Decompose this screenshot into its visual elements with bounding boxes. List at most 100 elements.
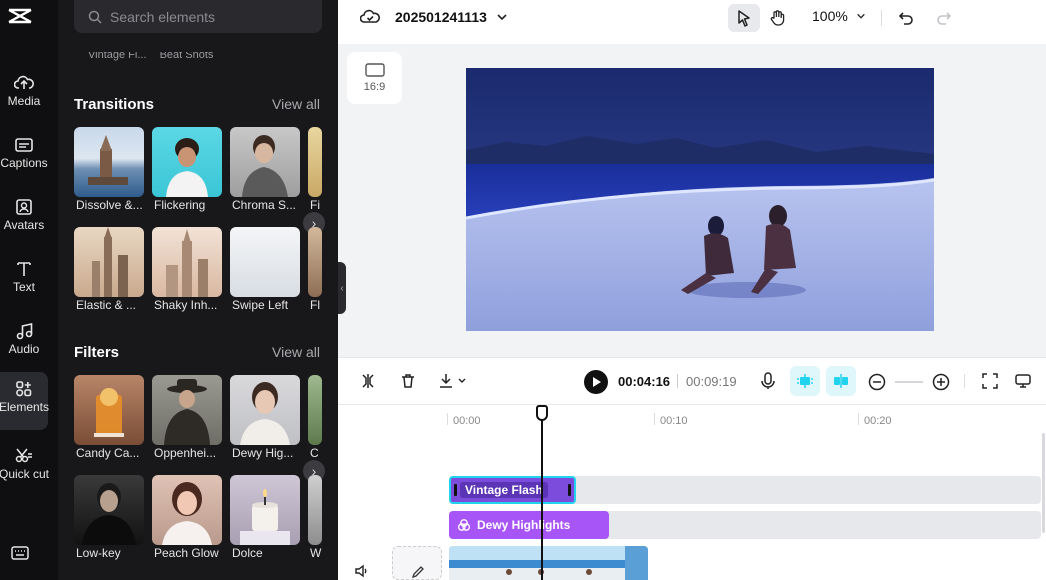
rail-item-quick-cut[interactable]: Quick cut [0, 438, 49, 502]
undo-icon [898, 12, 913, 25]
zoom-in-icon[interactable] [932, 373, 950, 396]
ruler-tick-mark [654, 413, 655, 425]
filter-clip-dewy-highlights[interactable]: Dewy Highlights [449, 511, 609, 539]
timeline-scrollbar[interactable] [1042, 433, 1045, 533]
filter-thumb-oppenheimer[interactable] [152, 375, 222, 445]
video-clip[interactable] [449, 546, 648, 580]
transition-label: Flickering [154, 198, 206, 212]
rail-item-audio[interactable]: Audio [0, 314, 48, 372]
cover-edit-button[interactable] [392, 546, 442, 580]
rail-item-media[interactable]: Media [0, 66, 48, 124]
transition-thumb-shaky[interactable] [152, 227, 222, 297]
avatar-icon [16, 199, 32, 215]
filters-title: Filters [74, 344, 120, 361]
zoom-dropdown[interactable]: 100% [812, 8, 866, 24]
quick-cut-icon [15, 448, 32, 463]
transition-thumb-chroma[interactable] [230, 127, 300, 197]
clip-trim-handle-left[interactable] [454, 484, 457, 496]
rail-item-captions[interactable]: Captions [0, 128, 48, 186]
playhead-line[interactable] [541, 405, 543, 580]
top-bar: 202501241113 100% [338, 0, 1046, 44]
filter-label: Low-key [76, 546, 121, 560]
divider [677, 374, 678, 388]
divider [881, 10, 882, 26]
video-preview[interactable] [466, 68, 934, 331]
app-logo-icon[interactable] [6, 4, 34, 28]
hand-icon [770, 10, 785, 26]
download-icon[interactable] [438, 373, 470, 394]
ruler-label: 00:20 [864, 415, 892, 427]
transition-thumb-flickering[interactable] [152, 127, 222, 197]
keyboard-shortcuts-icon[interactable] [10, 545, 30, 566]
linkage-button[interactable] [826, 366, 856, 396]
effect-clip-vintage-flash[interactable]: Vintage Flash [449, 476, 576, 504]
transitions-view-all-link[interactable]: View all [272, 96, 320, 112]
filter-thumb-partial[interactable] [308, 375, 322, 445]
filter-thumb-peach-glow[interactable] [152, 475, 222, 545]
rail-item-avatars[interactable]: Avatars [0, 190, 48, 248]
redo-button[interactable] [928, 4, 960, 32]
transition-thumb-elastic[interactable] [74, 227, 144, 297]
zoom-slider[interactable] [895, 381, 923, 383]
filter-label: W [310, 546, 322, 560]
captions-icon [15, 138, 33, 152]
zoom-out-icon[interactable] [868, 373, 886, 396]
play-button[interactable] [583, 369, 609, 400]
transition-label: Fi [310, 198, 320, 212]
prev-row-label: Vintage Fl... [88, 52, 147, 61]
project-title[interactable]: 202501241113 [395, 9, 487, 25]
undo-button[interactable] [890, 4, 922, 32]
split-icon[interactable] [360, 373, 376, 394]
filter-label: C [310, 446, 319, 460]
divider [964, 374, 965, 388]
transition-thumb-partial[interactable] [308, 227, 322, 297]
cloud-sync-icon[interactable] [359, 8, 380, 31]
panel-collapse-handle[interactable]: ‹ [338, 262, 346, 314]
transition-thumb-swipe-left[interactable] [230, 227, 300, 297]
filter-thumb-dolce[interactable] [230, 475, 300, 545]
filter-thumb-partial[interactable] [308, 475, 322, 545]
rail-item-elements[interactable]: Elements [0, 372, 49, 430]
music-note-icon [16, 323, 33, 340]
rail-label: Media [7, 94, 41, 108]
transition-thumb-dissolve[interactable] [74, 127, 144, 197]
transition-thumb-partial[interactable] [308, 127, 322, 197]
fullscreen-icon[interactable] [982, 373, 998, 394]
filter-label: Dolce [232, 546, 263, 560]
filter-label: Peach Glow [154, 546, 219, 560]
transition-label: Chroma S... [232, 198, 297, 212]
magnet-snap-button[interactable] [790, 366, 820, 396]
search-input[interactable]: Search elements [74, 0, 322, 33]
filter-label: Oppenhei... [154, 446, 217, 460]
transition-label: Fl [310, 298, 320, 312]
rail-item-text[interactable]: Text [0, 252, 48, 310]
playhead-handle[interactable] [536, 405, 548, 421]
search-placeholder: Search elements [110, 8, 216, 25]
transition-label: Elastic & ... [76, 298, 137, 312]
chevron-down-icon[interactable] [496, 10, 508, 28]
rail-label: Elements [0, 400, 50, 414]
search-icon [88, 10, 102, 24]
text-icon [17, 262, 31, 276]
zoom-level: 100% [812, 8, 848, 24]
delete-icon[interactable] [400, 373, 416, 394]
pointer-icon [738, 10, 750, 27]
aspect-ratio-button[interactable]: 16:9 [347, 52, 402, 104]
hand-tool-button[interactable] [762, 4, 794, 32]
filter-thumb-candy[interactable] [74, 375, 144, 445]
filters-view-all-link[interactable]: View all [272, 344, 320, 360]
microphone-icon[interactable] [760, 372, 776, 395]
speaker-icon[interactable] [354, 563, 370, 580]
chevron-down-icon [856, 13, 865, 19]
ruler-tick-mark [858, 413, 859, 425]
filter-thumb-dewy[interactable] [230, 375, 300, 445]
comment-icon[interactable] [1014, 373, 1032, 394]
clip-trim-handle-right[interactable] [568, 484, 571, 496]
pencil-icon [411, 566, 424, 579]
transition-label: Dissolve &... [76, 198, 143, 212]
clip-label: Vintage Flash [460, 482, 548, 498]
select-tool-button[interactable] [728, 4, 760, 32]
elements-panel: Search elements Vintage Fl... Beat Shots… [58, 0, 338, 580]
aspect-ratio-icon [364, 63, 385, 77]
filter-thumb-low-key[interactable] [74, 475, 144, 545]
